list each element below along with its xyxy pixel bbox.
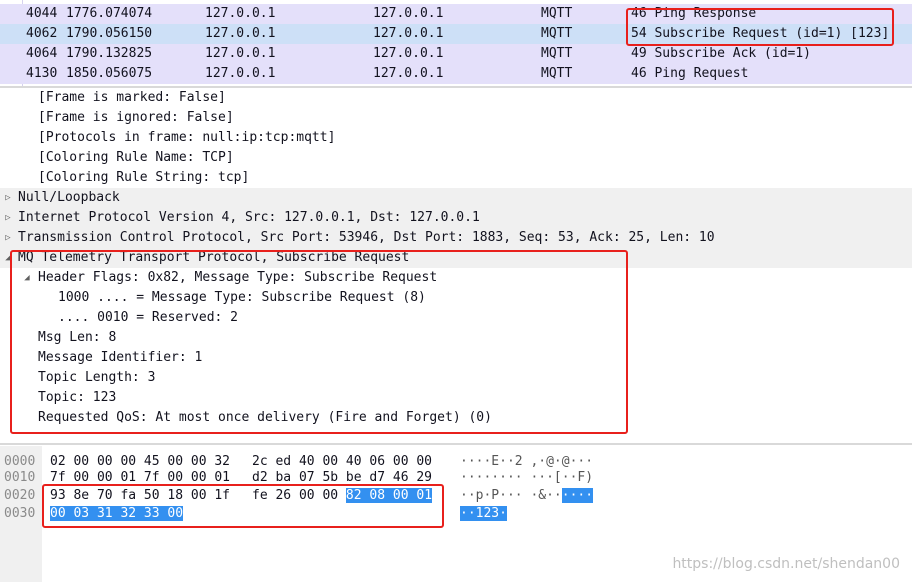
packet-details-tree: [Frame is marked: False] [Frame is ignor… xyxy=(0,88,912,443)
packet-protocol: MQTT xyxy=(541,66,573,81)
packet-row[interactable]: 4044 1776.074074 127.0.0.1 127.0.0.1 MQT… xyxy=(0,4,912,24)
ascii-bytes-highlighted: ···· xyxy=(561,488,594,503)
packet-time: 1790.056150 xyxy=(66,26,153,41)
mqtt-header-flags[interactable]: Header Flags: 0x82, Message Type: Subscr… xyxy=(38,268,437,288)
collapse-arrow-icon[interactable]: ◢ xyxy=(22,268,32,288)
ascii-bytes[interactable]: ········ ···[··F) xyxy=(460,468,593,488)
tree-item-null-loopback[interactable]: Null/Loopback xyxy=(18,188,120,208)
frame-field[interactable]: [Frame is ignored: False] xyxy=(38,108,234,128)
packet-no: 4044 xyxy=(26,6,58,21)
hex-bytes[interactable]: d2 ba 07 5b be d7 46 29 xyxy=(252,468,432,488)
hex-bytes[interactable]: 7f 00 00 01 7f 00 00 01 xyxy=(50,468,230,488)
packet-destination: 127.0.0.1 xyxy=(373,66,444,81)
packet-no: 4062 xyxy=(26,26,58,41)
byte-offset: 0020 xyxy=(4,488,36,503)
packet-info: 49 Subscribe Ack (id=1) xyxy=(631,46,812,61)
hex-bytes-highlighted: 00 03 31 32 33 00 xyxy=(50,506,184,521)
tree-item-ipv4[interactable]: Internet Protocol Version 4, Src: 127.0.… xyxy=(18,208,480,228)
tree-item-tcp[interactable]: Transmission Control Protocol, Src Port:… xyxy=(18,228,715,248)
packet-no: 4064 xyxy=(26,46,58,61)
packet-protocol: MQTT xyxy=(541,6,573,21)
mqtt-message-identifier[interactable]: Message Identifier: 1 xyxy=(38,348,202,368)
packet-row[interactable]: 4064 1790.132825 127.0.0.1 127.0.0.1 MQT… xyxy=(0,44,912,64)
ascii-bytes[interactable]: ··123· xyxy=(460,504,507,524)
frame-field[interactable]: [Coloring Rule String: tcp] xyxy=(38,168,249,188)
mqtt-msg-len[interactable]: Msg Len: 8 xyxy=(38,328,116,348)
expand-arrow-icon[interactable]: ▷ xyxy=(3,228,13,248)
hex-bytes[interactable]: fe 26 00 00 82 08 00 01 xyxy=(252,486,433,506)
ascii-bytes-plain: ··p·P··· ·&·· xyxy=(460,488,562,503)
packet-info: 46 Ping Response xyxy=(631,6,757,21)
packet-info: 46 Ping Request xyxy=(631,66,749,81)
packet-bytes-pane: 0000 02 00 00 00 45 00 00 32 2c ed 40 00… xyxy=(0,446,912,582)
ascii-bytes[interactable]: ··p·P··· ·&······ xyxy=(460,486,594,506)
packet-source: 127.0.0.1 xyxy=(205,46,276,61)
mqtt-reserved-bits[interactable]: .... 0010 = Reserved: 2 xyxy=(58,308,238,328)
packet-no: 4130 xyxy=(26,66,58,81)
packet-source: 127.0.0.1 xyxy=(205,6,276,21)
mqtt-requested-qos[interactable]: Requested QoS: At most once delivery (Fi… xyxy=(38,408,492,428)
byte-offset: 0030 xyxy=(4,506,36,521)
hex-bytes[interactable]: 93 8e 70 fa 50 18 00 1f xyxy=(50,486,230,506)
packet-source: 127.0.0.1 xyxy=(205,26,276,41)
packet-source: 127.0.0.1 xyxy=(205,66,276,81)
packet-destination: 127.0.0.1 xyxy=(373,46,444,61)
frame-field[interactable]: [Frame is marked: False] xyxy=(38,88,226,108)
packet-info: 54 Subscribe Request (id=1) [123] xyxy=(631,26,890,41)
hex-bytes-highlighted: 82 08 00 01 xyxy=(345,488,433,503)
tree-item-mqtt[interactable]: MQ Telemetry Transport Protocol, Subscri… xyxy=(18,248,409,268)
packet-row[interactable]: 4130 1850.056075 127.0.0.1 127.0.0.1 MQT… xyxy=(0,64,912,84)
hex-bytes-plain: fe 26 00 00 xyxy=(252,488,346,503)
hex-bytes[interactable]: 00 03 31 32 33 00 xyxy=(50,504,184,524)
packet-time: 1850.056075 xyxy=(66,66,153,81)
expand-arrow-icon[interactable]: ▷ xyxy=(3,208,13,228)
byte-offset: 0010 xyxy=(4,470,36,485)
frame-field[interactable]: [Coloring Rule Name: TCP] xyxy=(38,148,234,168)
mqtt-message-type-bits[interactable]: 1000 .... = Message Type: Subscribe Requ… xyxy=(58,288,426,308)
mqtt-topic[interactable]: Topic: 123 xyxy=(38,388,116,408)
ascii-bytes-highlighted: ··123· xyxy=(460,506,507,521)
packet-protocol: MQTT xyxy=(541,26,573,41)
packet-protocol: MQTT xyxy=(541,46,573,61)
packet-destination: 127.0.0.1 xyxy=(373,6,444,21)
packet-row-selected[interactable]: 4062 1790.056150 127.0.0.1 127.0.0.1 MQT… xyxy=(0,24,912,44)
packet-destination: 127.0.0.1 xyxy=(373,26,444,41)
watermark: https://blog.csdn.net/shendan00 xyxy=(672,556,900,572)
collapse-arrow-icon[interactable]: ◢ xyxy=(3,248,13,268)
mqtt-topic-length[interactable]: Topic Length: 3 xyxy=(38,368,155,388)
packet-time: 1790.132825 xyxy=(66,46,153,61)
frame-field[interactable]: [Protocols in frame: null:ip:tcp:mqtt] xyxy=(38,128,335,148)
packet-list: 4044 1776.074074 127.0.0.1 127.0.0.1 MQT… xyxy=(0,0,912,86)
pane-splitter[interactable] xyxy=(0,443,912,445)
packet-time: 1776.074074 xyxy=(66,6,153,21)
section-background xyxy=(0,188,912,208)
expand-arrow-icon[interactable]: ▷ xyxy=(3,188,13,208)
